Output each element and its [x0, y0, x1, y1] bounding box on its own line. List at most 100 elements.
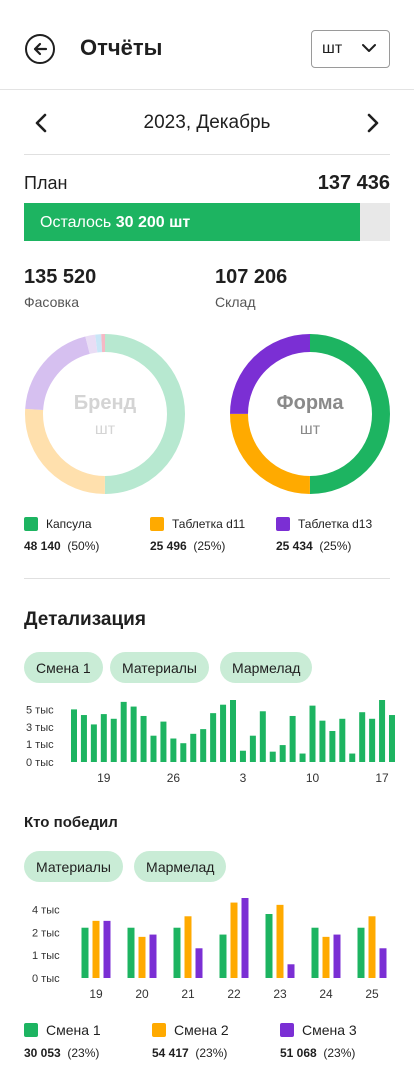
next-month-icon[interactable]: [362, 112, 382, 134]
chip-materials[interactable]: Материалы: [110, 652, 209, 683]
bar: [333, 934, 341, 978]
bar: [379, 948, 387, 978]
x-tick-label: 19: [89, 987, 103, 1001]
bar: [259, 711, 266, 762]
divider: [24, 154, 390, 155]
legend-pct: (23%): [323, 1046, 356, 1060]
legend-pct: (23%): [67, 1046, 100, 1060]
legend-pct: (25%): [319, 539, 352, 553]
month-navigator: 2023, Декабрь: [24, 108, 390, 138]
bar: [299, 753, 306, 762]
legend-shift-2: Смена 2 54 417 (23%): [152, 1022, 229, 1060]
legend-tablet-d13: Таблетка d13 25 434 (25%): [276, 517, 372, 553]
chip-shift-1[interactable]: Смена 1: [24, 652, 103, 683]
bar: [200, 729, 207, 762]
legend-swatch: [276, 517, 290, 531]
legend-pct: (25%): [193, 539, 226, 553]
legend-swatch: [152, 1023, 166, 1037]
bar: [368, 916, 376, 978]
bar: [389, 715, 395, 762]
bar: [329, 731, 336, 762]
bar: [265, 914, 273, 978]
y-tick-label: 2 тыс: [32, 927, 60, 939]
chip-materials[interactable]: Материалы: [24, 851, 123, 882]
bar: [230, 700, 236, 762]
winner-title: Кто победил: [24, 814, 118, 831]
bar: [287, 964, 295, 978]
detail-title: Детализация: [24, 609, 146, 630]
bar: [195, 948, 203, 978]
bar: [319, 720, 326, 762]
x-tick-label: 23: [273, 987, 287, 1001]
y-tick-label: 4 тыс: [32, 904, 60, 916]
bar: [127, 927, 135, 978]
bar: [80, 715, 87, 762]
legend-swatch: [24, 1023, 38, 1037]
bar: [149, 934, 157, 978]
brand-donut-unit: шт: [94, 421, 116, 438]
brand-donut-center: Бренд шт: [45, 392, 165, 439]
legend-swatch: [24, 517, 38, 531]
bar: [92, 920, 100, 978]
unit-select[interactable]: шт: [311, 30, 390, 68]
unit-select-value: шт: [322, 40, 343, 57]
y-tick-label: 0 тыс: [32, 973, 60, 985]
month-label: 2023, Декабрь: [143, 112, 271, 133]
bar: [120, 701, 127, 762]
legend-shift-1: Смена 1 30 053 (23%): [24, 1022, 101, 1060]
x-tick-label: 26: [167, 771, 181, 785]
x-tick-label: 17: [375, 771, 389, 785]
legend-swatch: [150, 517, 164, 531]
x-tick-label: 20: [135, 987, 149, 1001]
y-tick-label: 3 тыс: [26, 722, 54, 734]
bar: [339, 718, 346, 762]
stat-warehouse-value: 107 206: [215, 266, 288, 288]
chip-marmalade[interactable]: Мармелад: [220, 652, 313, 683]
bar: [311, 927, 319, 978]
x-tick-label: 3: [240, 771, 247, 785]
chip-marmalade[interactable]: Мармелад: [134, 851, 227, 882]
chevron-down-icon: [362, 44, 376, 52]
legend-value: 25 434: [276, 539, 313, 553]
back-button[interactable]: [25, 34, 55, 64]
bar: [184, 916, 192, 978]
bar: [90, 724, 97, 762]
bar: [369, 718, 376, 762]
bar: [357, 927, 365, 978]
remaining-prefix: Осталось: [40, 214, 112, 231]
legend-label: Капсула: [46, 517, 92, 531]
x-tick-label: 25: [365, 987, 379, 1001]
legend-pct: (50%): [67, 539, 100, 553]
bar: [379, 700, 386, 762]
plan-label: План: [24, 173, 68, 193]
legend-label: Смена 1: [46, 1022, 101, 1038]
legend-shift-3: Смена 3 51 068 (23%): [280, 1022, 357, 1060]
legend-value: 51 068: [280, 1046, 317, 1060]
detail-bar-chart: 5 тыс 3 тыс 1 тыс 0 тыс 19 26 3 10 17: [26, 700, 395, 785]
bar: [249, 735, 256, 762]
bar: [322, 936, 330, 978]
y-tick-label: 1 тыс: [26, 739, 54, 751]
x-tick-label: 19: [97, 771, 111, 785]
bar: [71, 709, 77, 762]
bar: [279, 745, 286, 762]
bar: [140, 715, 147, 762]
stat-warehouse-label: Склад: [215, 294, 256, 310]
y-tick-label: 5 тыс: [26, 704, 54, 716]
legend-value: 48 140: [24, 539, 61, 553]
plan-progress-bar: Осталось 30 200 шт: [24, 203, 390, 241]
legend-value: 54 417: [152, 1046, 189, 1060]
form-donut-center: Форма шт: [250, 392, 370, 439]
divider: [24, 578, 390, 579]
bar: [130, 706, 137, 762]
form-donut-title: Форма: [276, 392, 344, 414]
bar: [81, 927, 89, 978]
bar: [220, 704, 227, 762]
bar: [241, 898, 249, 978]
legend-pct: (23%): [195, 1046, 228, 1060]
bar: [170, 738, 177, 762]
arrow-left-icon: [33, 42, 48, 56]
bar: [276, 904, 284, 978]
bar: [239, 750, 246, 762]
plan-remaining-text: Осталось 30 200 шт: [40, 214, 190, 232]
